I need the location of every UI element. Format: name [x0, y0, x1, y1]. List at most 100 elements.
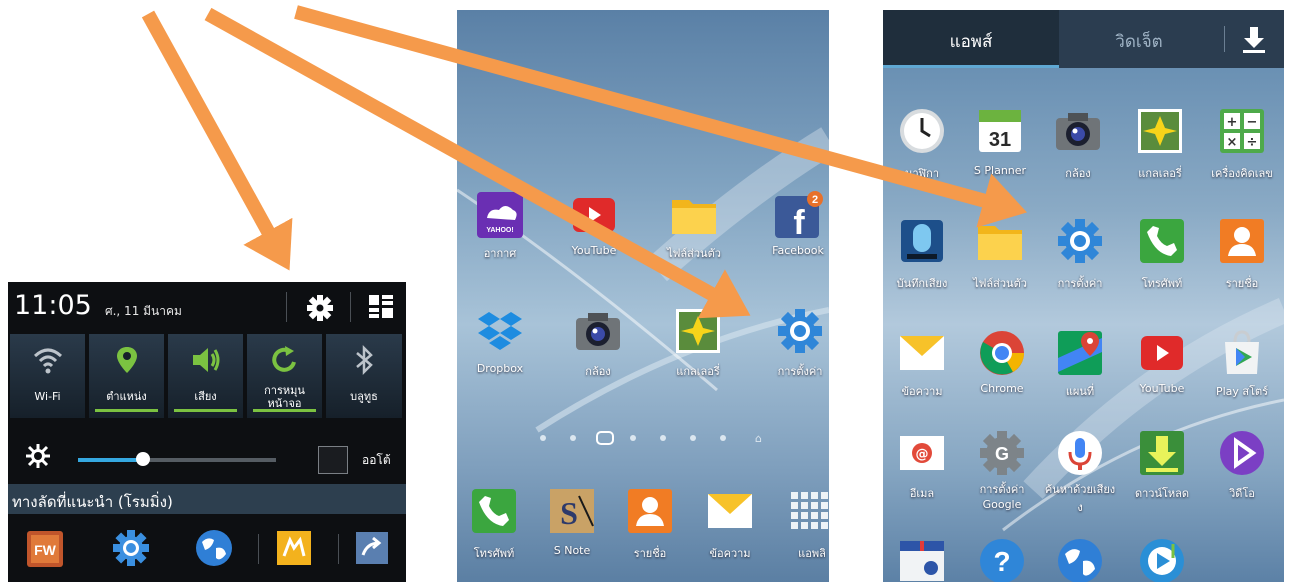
- tab-widgets-label: วิดเจ็ต: [1115, 32, 1163, 52]
- gallery-icon[interactable]: [673, 306, 723, 356]
- download-icon[interactable]: [1239, 24, 1269, 54]
- suggested-shortcuts-title: ทางลัดที่แนะนำ (โรมมิ่ง): [12, 493, 173, 511]
- maps-icon[interactable]: [1055, 328, 1105, 378]
- settings-icon[interactable]: [1055, 216, 1105, 266]
- app-label: Dropbox: [476, 362, 524, 375]
- divider: [350, 292, 351, 322]
- active-indicator: [95, 409, 158, 412]
- divider: [338, 534, 339, 564]
- app-icon[interactable]: [276, 530, 312, 566]
- globe-icon[interactable]: [194, 528, 234, 568]
- rotate-icon: [272, 346, 296, 372]
- play-store-icon[interactable]: [1217, 328, 1267, 378]
- suggested-apps-row: FW: [8, 514, 406, 582]
- camera-icon[interactable]: [1053, 106, 1103, 156]
- calendar-icon[interactable]: 31: [975, 106, 1025, 156]
- settings-icon[interactable]: [775, 306, 825, 356]
- auto-brightness-label: ออโต้: [362, 453, 391, 467]
- active-indicator: [174, 409, 237, 412]
- globe-icon[interactable]: [1055, 536, 1105, 582]
- toggle-location[interactable]: ตำแหน่ง: [89, 334, 165, 418]
- voice-recorder-icon[interactable]: [897, 216, 947, 266]
- wifi-icon: [33, 348, 63, 374]
- chrome-icon[interactable]: [977, 328, 1027, 378]
- contacts-icon[interactable]: [625, 486, 675, 536]
- email-icon[interactable]: @: [897, 428, 947, 478]
- divider: [258, 534, 259, 564]
- app-label: Chrome: [980, 382, 1024, 395]
- brightness-slider-thumb[interactable]: [136, 452, 150, 466]
- divider: [1224, 26, 1225, 52]
- app-label: อีเมล: [909, 487, 935, 500]
- app-label: ไฟล์ส่วนตัว: [667, 247, 721, 260]
- app-label-line2: Google: [982, 498, 1022, 511]
- quick-toggles: Wi-Fi ตำแหน่ง เสียง การหมุน หน้าจอ บลูทู…: [10, 334, 404, 418]
- tab-apps-label: แอพส์: [949, 32, 993, 52]
- home-screen: YAHOO! อากาศ YouTube ไฟล์ส่วนตัว f 2 Fac…: [457, 10, 829, 582]
- snote-icon[interactable]: S: [547, 486, 597, 536]
- svg-text:@: @: [916, 447, 929, 462]
- folder-icon[interactable]: [975, 216, 1025, 266]
- clock-icon[interactable]: [897, 106, 947, 156]
- calculator-icon[interactable]: + − × ÷: [1217, 106, 1267, 156]
- settings-gear-icon[interactable]: [304, 292, 336, 324]
- app-label: Play สโตร์: [1215, 385, 1269, 398]
- app-label: ข้อความ: [901, 385, 943, 398]
- youtube-icon[interactable]: [569, 190, 619, 240]
- voice-search-icon[interactable]: [1055, 428, 1105, 478]
- phone-icon[interactable]: [1137, 216, 1187, 266]
- clock: 11:05: [14, 290, 92, 321]
- toggle-rotation[interactable]: การหมุน หน้าจอ: [247, 334, 323, 418]
- gallery-icon[interactable]: [1135, 106, 1185, 156]
- svg-text:×: ×: [1227, 135, 1238, 150]
- brightness-slider-fill: [78, 458, 143, 462]
- settings-icon[interactable]: [111, 528, 151, 568]
- svg-text:⌂: ⌂: [755, 432, 762, 445]
- facebook-icon[interactable]: f 2: [773, 190, 823, 240]
- toggle-sound[interactable]: เสียง: [168, 334, 244, 418]
- app-label-line1: ค้นหาด้วยเสียง: [1044, 483, 1116, 496]
- app-label: YouTube: [1139, 382, 1185, 395]
- notification-badge: 2: [812, 194, 818, 206]
- downloads-icon[interactable]: [1137, 428, 1187, 478]
- folder-icon[interactable]: [669, 190, 719, 240]
- quick-settings-grid-icon[interactable]: [368, 294, 394, 320]
- apps-grid-icon[interactable]: [787, 486, 829, 536]
- music-icon[interactable]: [1137, 536, 1187, 582]
- toggle-wifi[interactable]: Wi-Fi: [10, 334, 86, 418]
- app-label: การตั้งค่า: [1057, 277, 1103, 290]
- app-label: ข้อความ: [709, 547, 751, 560]
- drawer-tab-bar: แอพส์ วิดเจ็ต: [883, 10, 1284, 68]
- arrow-to-shade-settings: [141, 10, 293, 271]
- video-icon[interactable]: [1217, 428, 1267, 478]
- svg-text:G: G: [995, 444, 1009, 464]
- tab-apps[interactable]: แอพส์: [883, 10, 1059, 68]
- tab-widgets[interactable]: วิดเจ็ต: [1059, 10, 1219, 68]
- auto-brightness-checkbox[interactable]: [318, 446, 348, 474]
- phone-icon[interactable]: [469, 486, 519, 536]
- contacts-icon[interactable]: [1217, 216, 1267, 266]
- toggle-label: การหมุน หน้าจอ: [247, 384, 322, 410]
- youtube-icon[interactable]: [1137, 328, 1187, 378]
- app-label: กล้อง: [585, 365, 611, 378]
- app-label: Facebook: [772, 244, 824, 257]
- google-settings-icon[interactable]: G: [977, 428, 1027, 478]
- camera-icon[interactable]: [573, 306, 623, 356]
- share-icon[interactable]: [355, 531, 389, 565]
- tv-icon[interactable]: [897, 536, 947, 582]
- app-label: การตั้งค่า: [777, 365, 823, 378]
- help-icon[interactable]: ?: [977, 536, 1027, 582]
- app-label: ไฟล์ส่วนตัว: [973, 277, 1027, 290]
- page-indicator[interactable]: ⌂: [537, 430, 767, 445]
- calendar-date: 31: [989, 129, 1011, 151]
- app-drawer: แอพส์ วิดเจ็ต นาฬิกา 31 S Planner กล้อง …: [883, 10, 1284, 582]
- messages-icon[interactable]: [897, 328, 947, 378]
- messages-icon[interactable]: [705, 486, 755, 536]
- fw-icon[interactable]: FW: [26, 530, 64, 568]
- svg-text:−: −: [1247, 115, 1258, 130]
- toggle-bluetooth[interactable]: บลูทูธ: [326, 334, 402, 418]
- svg-text:+: +: [1227, 115, 1238, 130]
- date: ศ., 11 มีนาคม: [105, 304, 182, 318]
- yahoo-weather-icon[interactable]: YAHOO!: [475, 190, 525, 240]
- dropbox-icon[interactable]: [475, 306, 525, 356]
